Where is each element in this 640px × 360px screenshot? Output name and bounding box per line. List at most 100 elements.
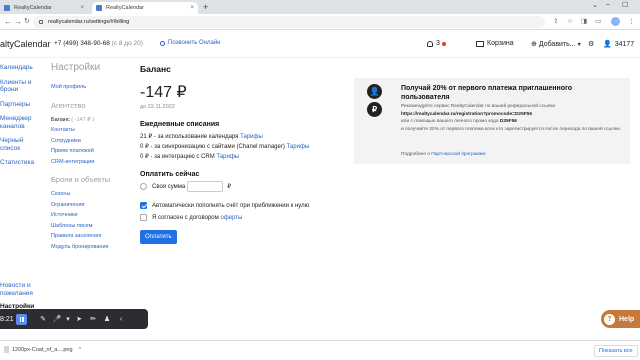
notifications-count: 3	[436, 40, 440, 47]
settings-item-templates[interactable]: Шаблоны писем	[51, 221, 133, 232]
notifications-button[interactable]: 3	[427, 40, 446, 47]
pen-icon[interactable]: ✏	[86, 315, 100, 323]
referral-link[interactable]: https://realtycalendar.ru/registration?p…	[401, 112, 532, 117]
address-bar[interactable]: realtycalendar.ru/settings/#/billing	[33, 16, 545, 28]
autopay-checkbox[interactable]	[140, 202, 147, 209]
settings-item-crm[interactable]: CRM-интеграции	[51, 157, 133, 168]
promo-line: или с помощью вашего личного промо кода	[401, 119, 499, 124]
menu-item-calendar[interactable]: Календарь	[0, 64, 40, 72]
charge-text: 21 ₽ - за использование календаря	[140, 134, 239, 140]
settings-item-booking-module[interactable]: Модуль бронирования	[51, 242, 133, 253]
back-button[interactable]: ←	[4, 16, 12, 27]
cart-label: Корзина	[487, 40, 514, 47]
eraser-icon[interactable]: ♟	[100, 315, 114, 323]
settings-item-profile[interactable]: Мой профиль	[51, 82, 133, 93]
help-button[interactable]: ? Help	[601, 310, 640, 328]
charge-row: 0 ₽ - за синхронизацию с сайтами (Chanel…	[140, 143, 340, 150]
menu-item-news[interactable]: Новости и пожелания	[0, 282, 40, 297]
add-icon: ⊕	[531, 41, 537, 48]
settings-button[interactable]: ⚙	[588, 40, 594, 48]
maximize-button[interactable]: ☐	[622, 1, 628, 9]
share-icon[interactable]: ⇪	[553, 18, 558, 26]
star-icon[interactable]: ☆	[567, 18, 573, 26]
forward-button[interactable]: →	[14, 16, 22, 27]
custom-sum-input[interactable]	[187, 181, 224, 192]
favicon-icon	[96, 5, 102, 11]
tab-search-icon[interactable]: ⌄	[592, 1, 598, 9]
new-tab-button[interactable]: +	[203, 2, 208, 12]
sidepanel-icon[interactable]: ▭	[595, 18, 601, 26]
add-menu-button[interactable]: ⊕ Добавить... ▾	[531, 40, 581, 49]
tariffs-link[interactable]: Тарифы	[240, 134, 263, 140]
daily-charges-heading: Ежедневные списания	[140, 121, 220, 128]
tab-title: RealtyCalendar	[106, 5, 144, 11]
page-title: Баланс	[140, 64, 171, 74]
user-id: 34177	[614, 40, 635, 48]
user-icon: 👤	[603, 41, 612, 48]
custom-sum-radio[interactable]	[140, 183, 147, 190]
promo-text: Рекомендуйте сервис RealtyCalendar по ва…	[401, 103, 627, 133]
gear-icon: ⚙	[588, 41, 595, 48]
chevron-up-icon[interactable]: ^	[79, 347, 82, 353]
settings-item-checkin-rules[interactable]: Правила заселения	[51, 231, 133, 242]
help-icon: ?	[604, 313, 615, 325]
pen-off-icon[interactable]: ✎	[36, 315, 50, 323]
settings-item-balance[interactable]: Баланс ( -147 ₽ )	[51, 115, 133, 126]
menu-item-blacklist[interactable]: Черный список	[0, 137, 40, 152]
menu-item-statistics[interactable]: Статистика	[0, 159, 40, 167]
tab-close-icon[interactable]: ×	[190, 5, 194, 11]
agree-label: Я согласен с договором	[152, 214, 219, 221]
agree-checkbox[interactable]	[140, 214, 147, 221]
mic-icon[interactable]: 🎤	[50, 315, 64, 323]
settings-item-sources[interactable]: Источники	[51, 210, 133, 221]
settings-item-staff[interactable]: Сотрудники	[51, 136, 133, 147]
browser-tab[interactable]: RealtyCalendar ×	[0, 2, 88, 14]
autopay-label: Автоматически пополнять счёт при приближ…	[152, 202, 310, 209]
pointer-icon[interactable]: ➤	[72, 315, 86, 323]
browser-tab-active[interactable]: RealtyCalendar ×	[92, 2, 198, 14]
add-label: Добавить...	[538, 40, 576, 48]
profile-avatar[interactable]	[611, 17, 620, 26]
collapse-icon[interactable]: ‹	[114, 316, 128, 323]
show-all-button[interactable]: Показать все	[594, 345, 638, 357]
promo-more-text: Подробнее о	[401, 152, 430, 157]
tab-close-icon[interactable]: ×	[80, 5, 84, 11]
settings-item-payments[interactable]: Прием платежей	[51, 146, 133, 157]
pay-button[interactable]: Оплатить	[140, 230, 177, 244]
agency-heading: Агентство	[51, 100, 86, 110]
phone-icon	[160, 40, 165, 46]
custom-sum-label: Своя сумма	[152, 183, 186, 190]
agree-row: Я согласен с договором оферты	[140, 214, 340, 221]
extensions-icon[interactable]: ◨	[581, 18, 587, 26]
balance-value: -147 ₽	[140, 84, 187, 101]
reload-button[interactable]: ↻	[24, 16, 30, 27]
promo-code: D25F56	[499, 119, 517, 124]
tab-title: RealtyCalendar	[14, 5, 52, 11]
cart-button[interactable]: Корзина	[476, 40, 514, 47]
tariffs-link[interactable]: Тарифы	[287, 144, 310, 150]
offer-link[interactable]: оферты	[220, 215, 242, 221]
download-bar: 1200px-Coat_of_a....png ^ Показать все	[0, 340, 640, 360]
user-menu-button[interactable]: 👤 34177	[603, 40, 635, 49]
pause-button[interactable]	[16, 313, 27, 325]
balance-date: до 22.11.2022	[140, 104, 175, 110]
browser-tabstrip: RealtyCalendar × RealtyCalendar × + ⌄ – …	[0, 0, 640, 14]
help-label: Help	[619, 315, 635, 323]
partner-program-link[interactable]: Партнерской программе	[431, 152, 485, 157]
menu-item-channel-manager[interactable]: Менеджер каналов	[0, 115, 40, 130]
settings-item-restrictions[interactable]: Ограничения	[51, 200, 133, 211]
menu-item-clients[interactable]: Клиенты и брони	[0, 79, 40, 94]
menu-item-partners[interactable]: Партнеры	[0, 101, 40, 109]
mic-dropdown-icon[interactable]: ▾	[64, 315, 72, 323]
lock-icon	[39, 20, 43, 24]
promo-more: Подробнее о Партнерской программе	[401, 152, 486, 157]
settings-item-contacts[interactable]: Контакты	[51, 125, 133, 136]
call-online-link[interactable]: Позвонить Онлайн	[160, 40, 220, 46]
logo[interactable]: altyCalendar	[0, 39, 51, 49]
tariffs-link[interactable]: Тарифы	[216, 154, 239, 160]
settings-item-seasons[interactable]: Сезоны	[51, 189, 133, 200]
minimize-button[interactable]: –	[606, 1, 610, 8]
download-item[interactable]: 1200px-Coat_of_a....png ^	[4, 346, 81, 353]
user-icon: 👤	[367, 84, 382, 99]
menu-icon[interactable]: ⋮	[628, 18, 635, 26]
